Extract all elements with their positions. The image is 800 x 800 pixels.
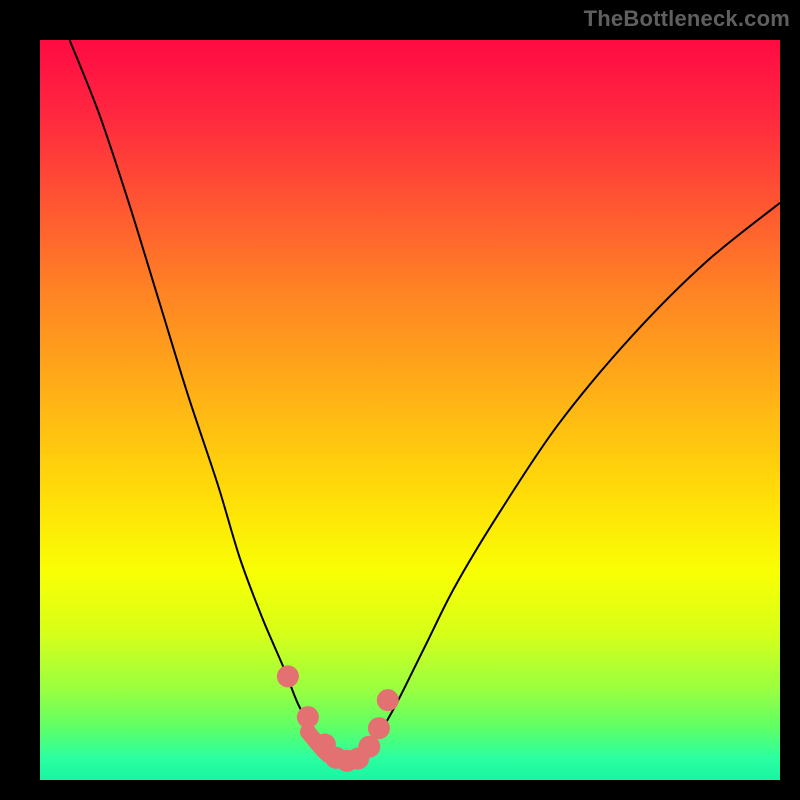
watermark-text: TheBottleneck.com bbox=[584, 6, 790, 32]
highlight-dot bbox=[368, 717, 390, 739]
highlight-dot bbox=[297, 706, 319, 728]
highlight-dot bbox=[277, 665, 299, 687]
dot-group bbox=[277, 665, 399, 771]
curve-svg bbox=[40, 40, 780, 780]
highlight-dot bbox=[377, 689, 399, 711]
plot-area bbox=[40, 40, 780, 780]
chart-frame: TheBottleneck.com bbox=[0, 0, 800, 800]
bottleneck-curve bbox=[70, 40, 780, 765]
